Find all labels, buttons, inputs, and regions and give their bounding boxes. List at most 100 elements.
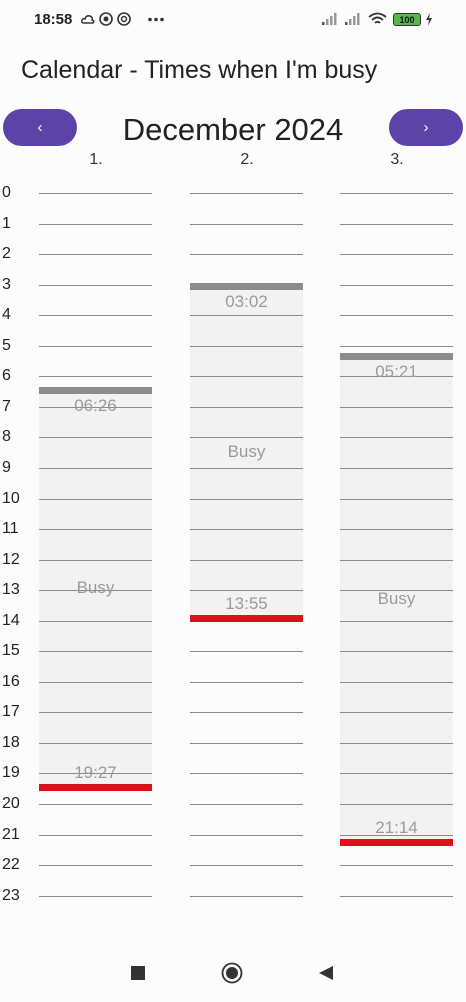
signal-2-icon (345, 13, 360, 25)
busy-start-marker (39, 386, 152, 394)
hour-grid-line (190, 712, 303, 714)
hour-grid-line (39, 284, 152, 286)
status-time: 18:58 (34, 11, 73, 28)
chevron-right-icon: › (423, 119, 429, 136)
next-month-button[interactable]: › (389, 109, 463, 146)
hour-grid-line (340, 498, 453, 500)
hour-grid-line (190, 376, 303, 378)
hour-label: 8 (2, 428, 11, 446)
hour-grid-line (190, 254, 303, 256)
app-title: Calendar - Times when I'm busy (21, 56, 378, 84)
hour-grid-line (340, 773, 453, 775)
back-triangle-icon[interactable] (318, 965, 334, 981)
busy-start-time: 05:21 (375, 362, 418, 382)
hour-grid-line (190, 406, 303, 408)
hour-grid-line (39, 193, 152, 194)
system-nav-bar (0, 945, 466, 1002)
busy-end-marker (39, 784, 152, 792)
hour-label: 4 (2, 306, 11, 324)
hour-grid-line (340, 284, 453, 286)
hour-label: 23 (2, 886, 20, 904)
busy-end-marker (340, 838, 453, 846)
hour-grid-line (190, 498, 303, 500)
busy-start-time: 06:26 (74, 395, 117, 415)
battery-level: 100 (399, 14, 415, 25)
day-label: 1. (89, 151, 103, 168)
hour-grid-line (190, 773, 303, 775)
hour-grid-line (340, 193, 453, 194)
more-dots-icon (148, 17, 164, 22)
hour-grid-line (39, 681, 152, 683)
busy-end-time: 13:55 (225, 594, 268, 614)
hour-grid-line (39, 254, 152, 256)
hour-grid-line (340, 895, 453, 897)
hour-label: 6 (2, 367, 11, 385)
signal-1-icon (322, 13, 337, 25)
stop-square-icon[interactable] (131, 966, 145, 980)
hour-grid-line (190, 895, 303, 897)
busy-end-time: 21:14 (375, 817, 418, 837)
hour-grid-line (39, 498, 152, 500)
hour-grid-line (39, 559, 152, 561)
hour-grid-line (39, 376, 152, 378)
hour-label: 2 (2, 245, 11, 263)
hour-grid-line (190, 865, 303, 867)
hour-grid-line (190, 467, 303, 469)
hour-label: 22 (2, 856, 20, 874)
hour-label: 21 (2, 825, 20, 843)
hour-label: 5 (2, 336, 11, 354)
hour-grid-line (340, 406, 453, 408)
hour-grid-line (39, 529, 152, 531)
hour-label: 11 (2, 520, 19, 538)
hour-grid-line (39, 895, 152, 897)
hour-grid-line (190, 529, 303, 531)
hour-label: 17 (2, 703, 20, 721)
hour-grid-line (340, 437, 453, 439)
threads-icon (117, 12, 131, 26)
hour-grid-line (39, 712, 152, 714)
hour-label: 1 (2, 214, 11, 232)
hour-grid-line (190, 681, 303, 683)
day-label: 3. (390, 151, 404, 168)
hour-grid-line (340, 315, 453, 317)
busy-start-time: 03:02 (225, 291, 268, 311)
cloud-icon (81, 15, 95, 24)
home-circle-icon[interactable] (221, 962, 243, 984)
hour-grid-line (39, 804, 152, 805)
hour-grid-line (340, 467, 453, 469)
hour-grid-line (190, 834, 303, 836)
hour-grid-line (340, 529, 453, 531)
busy-start-marker (190, 282, 303, 290)
hour-grid-line (39, 437, 152, 439)
hour-grid-line (39, 742, 152, 744)
hour-grid-line (340, 712, 453, 714)
hour-grid-line (190, 742, 303, 744)
hour-label: 19 (2, 764, 20, 782)
hour-label: 12 (2, 550, 20, 568)
busy-end-marker (190, 615, 303, 623)
hour-grid-line (340, 804, 453, 805)
hour-grid-line (340, 865, 453, 867)
busy-label: Busy (227, 441, 266, 461)
hour-grid-line (39, 467, 152, 469)
hour-grid-line (39, 345, 152, 347)
hour-grid-line (190, 193, 303, 194)
hour-grid-line (340, 651, 453, 653)
hour-grid-line (340, 223, 453, 225)
hour-grid-line (190, 804, 303, 805)
wifi-icon (368, 12, 387, 24)
hour-grid-line (39, 651, 152, 653)
hour-label: 13 (2, 581, 20, 599)
hour-label: 14 (2, 611, 20, 629)
hour-grid-line (39, 620, 152, 622)
hour-grid-line (190, 315, 303, 317)
hour-label: 18 (2, 733, 20, 751)
hour-grid-line (39, 315, 152, 317)
hour-grid-line (340, 681, 453, 683)
hour-label: 10 (2, 489, 20, 507)
hour-label: 20 (2, 795, 20, 812)
hour-grid-line (340, 254, 453, 256)
busy-start-marker (340, 353, 453, 361)
busy-label: Busy (377, 589, 416, 609)
hour-grid-line (340, 559, 453, 561)
